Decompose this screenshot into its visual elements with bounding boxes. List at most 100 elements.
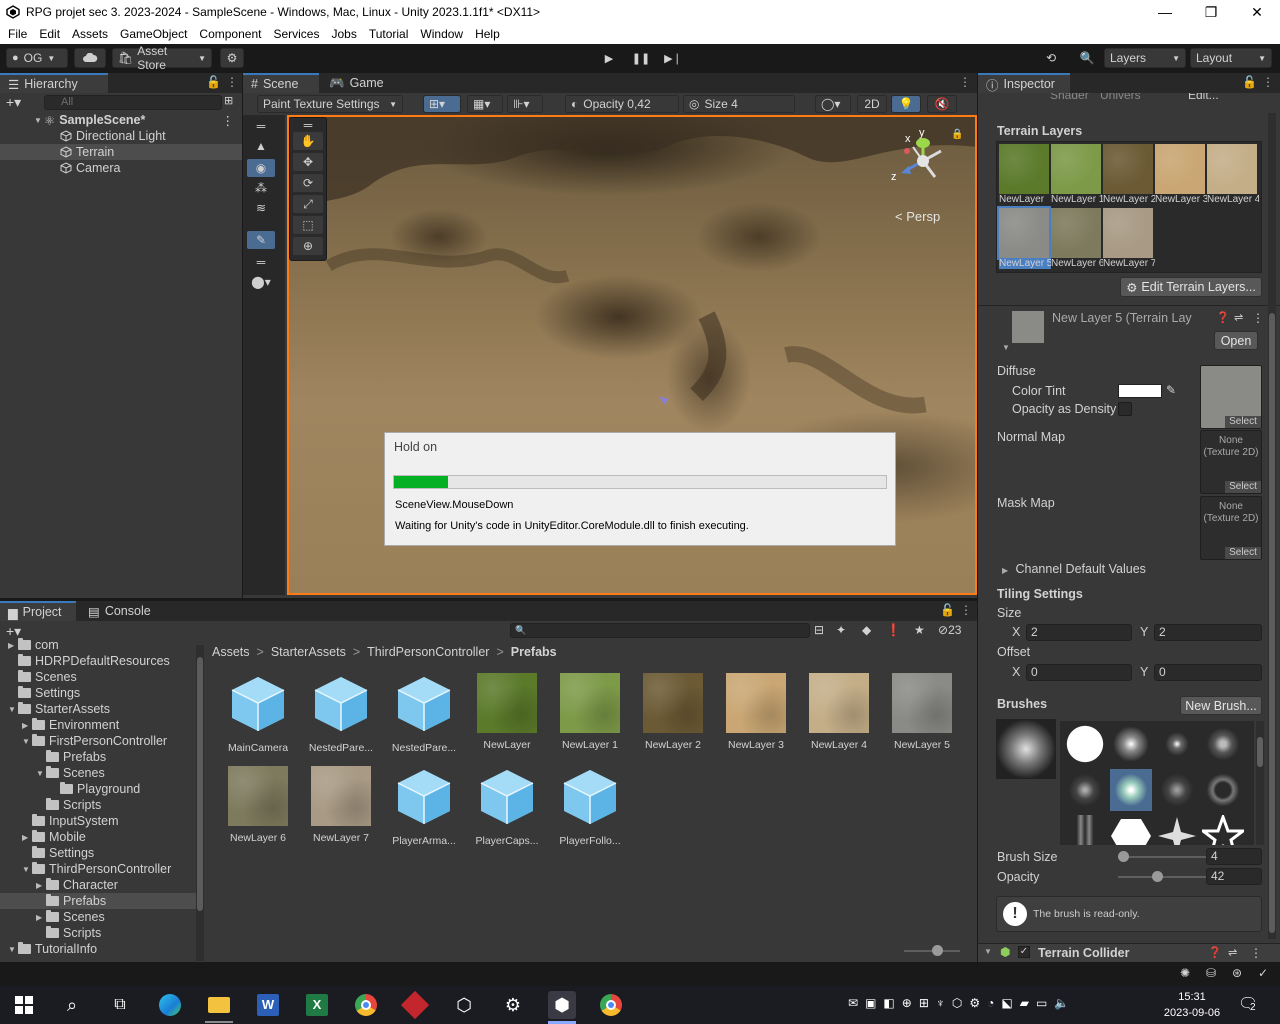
tab-inspector[interactable]: ⓘ Inspector [978, 73, 1070, 93]
menu-edit[interactable]: Edit [33, 27, 66, 41]
gizmo-lock-icon[interactable]: 🔒 [951, 129, 963, 140]
lock-icon[interactable]: 🔓 [940, 603, 955, 617]
menu-gameobject[interactable]: GameObject [114, 27, 193, 41]
texture-asset[interactable]: NewLayer [467, 673, 547, 751]
label-filter-icon[interactable]: ◆ [862, 623, 871, 637]
expand-arrow-icon[interactable]: ▶ [22, 721, 32, 730]
menu-window[interactable]: Window [414, 27, 469, 41]
menu-help[interactable]: Help [469, 27, 506, 41]
lock-icon[interactable]: 🔓 [206, 75, 221, 89]
search-filter-icon[interactable]: ⊟ [814, 623, 824, 637]
cache-server-icon[interactable]: ⛁ [1206, 966, 1216, 980]
brush-hard-circle[interactable] [1064, 723, 1106, 765]
diffuse-texture-slot[interactable]: Select [1200, 365, 1262, 429]
search-taskbar-button[interactable]: ⌕ [58, 991, 86, 1019]
texture-asset[interactable]: NewLayer 3 [716, 673, 796, 751]
project-tree-item[interactable]: Settings [0, 685, 196, 701]
project-tree-item[interactable]: Scenes [0, 669, 196, 685]
texture-asset[interactable]: NewLayer 2 [633, 673, 713, 751]
excel-button[interactable]: X [303, 991, 331, 1019]
layers-dropdown[interactable]: Layers ▼ [1104, 48, 1186, 68]
component-menu-icon[interactable]: ⋮ [1250, 946, 1262, 960]
expand-arrow-icon[interactable]: ▼ [36, 769, 46, 778]
tray-app-icon[interactable]: ⚙ [969, 996, 980, 1010]
project-tree-item[interactable]: Settings [0, 845, 196, 861]
tab-game[interactable]: 🎮 Game [321, 73, 391, 93]
brush-splatter[interactable] [1064, 769, 1106, 811]
edge-button[interactable] [156, 991, 184, 1019]
raise-terrain-button[interactable]: ▲ [247, 137, 275, 155]
terrain-layer-thumbnail[interactable] [997, 206, 1051, 260]
type-filter-icon[interactable]: ✦ [836, 623, 846, 637]
unity-hub-button[interactable]: ⬡ [450, 991, 478, 1019]
project-tree-item[interactable]: Scripts [0, 797, 196, 813]
tray-app-icon[interactable]: ⬡ [952, 996, 962, 1010]
cloud-button[interactable] [74, 48, 106, 68]
hierarchy-item-camera[interactable]: Camera [0, 160, 242, 176]
terrain-collider-header[interactable]: ▼ ⬢ ✓ Terrain Collider ❓ ⇌ ⋮ [978, 943, 1280, 962]
project-tree-item[interactable]: ▼ StarterAssets [0, 701, 196, 717]
settings-button[interactable]: ⚙ [499, 991, 527, 1019]
toggle-2d-button[interactable]: 2D [857, 95, 887, 113]
paint-texture-dropdown[interactable]: Paint Texture Settings ▼ [257, 95, 403, 113]
search-button[interactable]: 🔍 [1072, 48, 1102, 68]
brush-opacity-field[interactable]: 42 [1206, 868, 1262, 885]
increment-snap-button[interactable]: ⊪▾ [507, 95, 543, 113]
preset-icon[interactable]: ⇌ [1234, 311, 1243, 324]
expand-arrow-icon[interactable]: ▼ [8, 945, 18, 954]
error-filter-icon[interactable]: ❗ [886, 623, 901, 637]
mask-map-slot[interactable]: None (Texture 2D) Select [1200, 496, 1262, 560]
terrain-settings-button[interactable]: ✎ [247, 231, 275, 249]
word-button[interactable]: W [254, 991, 282, 1019]
chrome-button[interactable] [352, 991, 380, 1019]
project-search-input[interactable]: 🔍 [510, 623, 810, 638]
tray-app-icon[interactable]: ▰ [1020, 996, 1029, 1010]
drag-handle-icon[interactable]: ═ [247, 253, 275, 271]
scrollbar-thumb[interactable] [1269, 313, 1275, 933]
tab-project[interactable]: ▆ Project [0, 601, 76, 621]
project-tree-item[interactable]: ▶ Character [0, 877, 196, 893]
expand-arrow-icon[interactable]: ▶ [8, 641, 18, 650]
project-tree-item[interactable]: Prefabs [0, 893, 196, 909]
tab-hierarchy[interactable]: ☰ Hierarchy [0, 73, 108, 93]
brush-small-soft[interactable] [1156, 723, 1198, 765]
maximize-button[interactable]: ❐ [1188, 0, 1234, 24]
project-tree-item[interactable]: ▶ Environment [0, 717, 196, 733]
expand-arrow-icon[interactable]: ▼ [34, 116, 44, 125]
grid-snap-button[interactable]: ⊞▾ [423, 95, 461, 113]
texture-asset[interactable]: NewLayer 1 [550, 673, 630, 751]
package-button[interactable]: ⚙ [220, 48, 244, 68]
scale-tool-button[interactable]: ⤢ [293, 195, 323, 213]
hierarchy-item-directional-light[interactable]: Directional Light [0, 128, 242, 144]
terrain-layer-thumbnail[interactable] [1051, 208, 1101, 258]
menu-tutorial[interactable]: Tutorial [363, 27, 415, 41]
expand-arrow-icon[interactable]: ▼ [8, 705, 18, 714]
open-layer-button[interactable]: Open [1214, 331, 1258, 350]
brush-opacity-field[interactable]: ◐ Opacity 0,42 [565, 95, 679, 113]
rect-tool-button[interactable]: ⬚ [293, 216, 323, 234]
edit-terrain-layers-button[interactable]: ⚙ Edit Terrain Layers... [1120, 277, 1262, 297]
tray-app-icon[interactable]: ⊕ [902, 996, 912, 1010]
tree-scrollbar[interactable] [196, 645, 204, 961]
brush-opacity-slider[interactable] [1118, 871, 1210, 882]
hierarchy-search-input[interactable]: All [44, 95, 222, 110]
thumbnail-size-slider[interactable] [904, 945, 960, 956]
prefab-asset[interactable]: PlayerFollo... [550, 766, 630, 847]
component-menu-icon[interactable]: ⋮ [1252, 311, 1264, 325]
brush-grass[interactable] [1064, 815, 1106, 845]
search-options-icon[interactable]: ⊞ [224, 94, 233, 107]
brush-cloud[interactable] [1156, 769, 1198, 811]
tray-app-icon[interactable]: ⊞ [919, 996, 929, 1010]
terrain-layer-thumbnail[interactable] [1207, 144, 1257, 194]
project-tree-item[interactable]: HDRPDefaultResources [0, 653, 196, 669]
drag-handle-icon[interactable]: ═ [293, 118, 323, 132]
offset-x-field[interactable]: 0 [1026, 664, 1132, 681]
project-tree-item[interactable]: ▼ TutorialInfo [0, 941, 196, 957]
taskbar-clock[interactable]: 15:31 2023-09-06 [1160, 989, 1224, 1021]
brush-hexagon[interactable] [1110, 815, 1152, 845]
menu-jobs[interactable]: Jobs [325, 27, 362, 41]
terrain-layer-thumbnail[interactable] [1103, 208, 1153, 258]
project-tree-item[interactable]: ▼ FirstPersonController [0, 733, 196, 749]
brush-spark[interactable] [1156, 815, 1198, 845]
start-button[interactable] [10, 991, 38, 1019]
